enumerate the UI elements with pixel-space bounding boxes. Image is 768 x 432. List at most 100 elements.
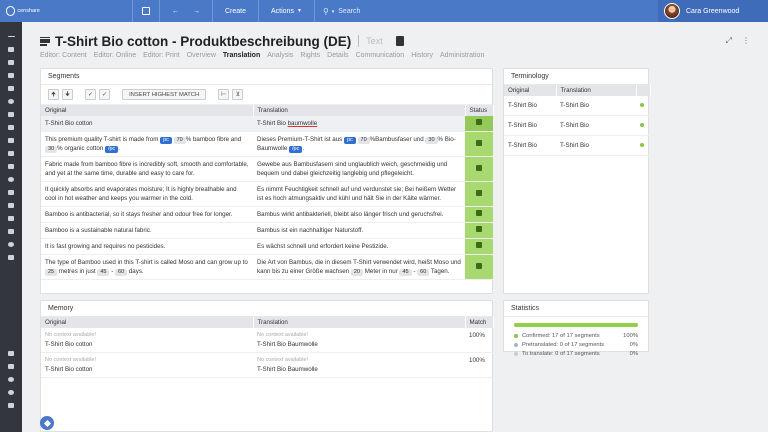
- table-row[interactable]: It is fast growing and requires no pesti…: [41, 238, 493, 255]
- segment-original: It quickly absorbs and evaporates moistu…: [41, 181, 253, 207]
- status-confirmed[interactable]: [465, 131, 493, 157]
- user-group-icon[interactable]: [0, 160, 22, 173]
- table-row[interactable]: No context available! T-Shirt Bio cotton…: [41, 352, 493, 378]
- copy-icon[interactable]: [395, 36, 404, 46]
- search-placeholder: Search: [338, 7, 361, 15]
- column-header-match[interactable]: Match: [465, 317, 494, 328]
- asset-type: Text: [366, 36, 383, 46]
- heart-icon[interactable]: [0, 173, 22, 186]
- merge-button[interactable]: ⊻: [232, 89, 244, 100]
- term-translation: T-Shirt Bio: [556, 115, 636, 136]
- segment-translation[interactable]: Bambus wirkt antibakteriell, bleibt also…: [253, 206, 465, 223]
- status-confirmed[interactable]: [465, 206, 493, 223]
- segment-translation[interactable]: T-Shirt Bio baumwolle: [253, 116, 465, 132]
- segment-translation[interactable]: Gewebe aus Bambusfasern sind unglaublich…: [253, 156, 465, 182]
- move-up-button[interactable]: 🠉: [48, 89, 59, 100]
- logo[interactable]: censhare: [0, 0, 40, 22]
- actions-menu-button[interactable]: Actions ▼: [259, 0, 314, 22]
- tab-administration[interactable]: Administration: [440, 52, 484, 59]
- expand-icon[interactable]: ⤢: [726, 36, 732, 46]
- segment-translation[interactable]: Es nimmt Feuchtigkeit schnell auf und ve…: [253, 181, 465, 207]
- create-button[interactable]: Create: [213, 0, 258, 22]
- column-header-translation[interactable]: Translation: [556, 85, 637, 96]
- settings-icon[interactable]: [0, 238, 22, 251]
- confirm-all-button[interactable]: ✓: [99, 89, 111, 100]
- info-icon[interactable]: [0, 386, 22, 399]
- chat-icon[interactable]: [0, 347, 22, 360]
- tab-analysis[interactable]: Analysis: [267, 52, 293, 59]
- tab-editor-online[interactable]: Editor: Online: [94, 52, 136, 59]
- table-row[interactable]: The type of Bamboo used in this T-shirt …: [41, 254, 493, 280]
- insert-highest-match-button[interactable]: INSERT HIGHEST MATCH: [122, 89, 207, 100]
- table-row[interactable]: It quickly absorbs and evaporates moistu…: [41, 181, 493, 207]
- move-down-button[interactable]: 🠋: [62, 89, 73, 100]
- status-confirmed[interactable]: [465, 254, 493, 280]
- briefcase-icon[interactable]: [0, 82, 22, 95]
- split-button[interactable]: ⊢: [218, 89, 230, 100]
- forward-arrow-icon[interactable]: →: [193, 8, 200, 15]
- table-row[interactable]: Fabric made from bamboo fibre is incredi…: [41, 156, 493, 182]
- tab-communication[interactable]: Communication: [356, 52, 405, 59]
- status-confirmed[interactable]: [465, 181, 493, 207]
- edit-icon[interactable]: [0, 212, 22, 225]
- tag-badge: pc: [344, 137, 356, 144]
- memory-match: 100%: [465, 328, 493, 353]
- back-arrow-icon[interactable]: ←: [172, 8, 179, 15]
- status-confirmed[interactable]: [465, 116, 493, 132]
- table-row[interactable]: T-Shirt Bio T-Shirt Bio: [504, 115, 650, 136]
- thumbs-up-icon: [476, 164, 482, 171]
- file-icon[interactable]: [0, 56, 22, 69]
- image-icon[interactable]: [0, 134, 22, 147]
- status-confirmed[interactable]: [465, 222, 493, 239]
- tab-translation[interactable]: Translation: [223, 52, 260, 59]
- tab-rights[interactable]: Rights: [300, 52, 320, 59]
- document-icon[interactable]: [0, 225, 22, 238]
- column-header-translation[interactable]: Translation: [253, 105, 466, 116]
- tab-details[interactable]: Details: [327, 52, 348, 59]
- status-dot-icon: [640, 123, 644, 127]
- confirm-button[interactable]: ✓: [85, 89, 97, 100]
- segment-translation[interactable]: Dieses Premium-T-Shirt ist aus pc 70 %Bam…: [253, 131, 465, 157]
- table-row[interactable]: T-Shirt Bio cotton T-Shirt Bio baumwolle: [41, 116, 493, 132]
- column-header-status[interactable]: Status: [465, 105, 494, 116]
- tab-editor-print[interactable]: Editor: Print: [143, 52, 180, 59]
- column-header-original[interactable]: Original: [41, 317, 254, 328]
- segment-translation[interactable]: Die Art von Bambus, die in diesem T-Shir…: [253, 254, 465, 280]
- segment-translation[interactable]: Bambus ist ein nachhaltiger Naturstoff.: [253, 222, 465, 239]
- table-row[interactable]: T-Shirt Bio T-Shirt Bio: [504, 96, 650, 116]
- folder-icon[interactable]: [0, 69, 22, 82]
- home-icon[interactable]: [0, 43, 22, 56]
- menu-icon[interactable]: [0, 30, 22, 43]
- workspace-toggle-button[interactable]: [133, 0, 159, 22]
- table-row[interactable]: No context available! T-Shirt Bio cotton…: [41, 328, 493, 353]
- calendar-icon[interactable]: [0, 121, 22, 134]
- column-header-original[interactable]: Original: [504, 85, 557, 96]
- tag-icon[interactable]: [0, 147, 22, 160]
- table-row[interactable]: Bamboo is antibacterial, so it stays fre…: [41, 206, 493, 223]
- table-row[interactable]: Bamboo is a sustainable natural fabric. …: [41, 222, 493, 239]
- pin-button[interactable]: [40, 416, 54, 430]
- trash-icon[interactable]: [0, 251, 22, 264]
- column-header-translation[interactable]: Translation: [253, 317, 466, 328]
- tab-overview[interactable]: Overview: [187, 52, 216, 59]
- status-confirmed[interactable]: [465, 238, 493, 255]
- segment-translation[interactable]: Es wächst schnell und erfordert keine Pe…: [253, 238, 465, 255]
- stack-icon[interactable]: [0, 399, 22, 412]
- user-menu[interactable]: Cara Greenwood: [658, 0, 768, 22]
- search-input[interactable]: ⚲ ▼ Search: [315, 0, 635, 22]
- checklist-icon[interactable]: [0, 199, 22, 212]
- table-row[interactable]: T-Shirt Bio T-Shirt Bio: [504, 135, 650, 156]
- terminology-panel: Terminology Original Translation T-Shirt…: [503, 68, 651, 294]
- cart-icon[interactable]: [0, 186, 22, 199]
- notifications-icon[interactable]: [0, 360, 22, 373]
- column-header-original[interactable]: Original: [41, 105, 254, 116]
- tab-history[interactable]: History: [411, 52, 433, 59]
- asset-header: T-Shirt Bio cotton - Produktbeschreibung…: [40, 30, 760, 52]
- help-icon[interactable]: [0, 373, 22, 386]
- tab-editor-content[interactable]: Editor: Content: [40, 52, 87, 59]
- table-row[interactable]: This premium quality T-shirt is made fro…: [41, 131, 493, 157]
- status-confirmed[interactable]: [465, 156, 493, 182]
- more-options-icon[interactable]: ⋮: [742, 36, 750, 46]
- user-icon[interactable]: [0, 95, 22, 108]
- box-icon[interactable]: [0, 108, 22, 121]
